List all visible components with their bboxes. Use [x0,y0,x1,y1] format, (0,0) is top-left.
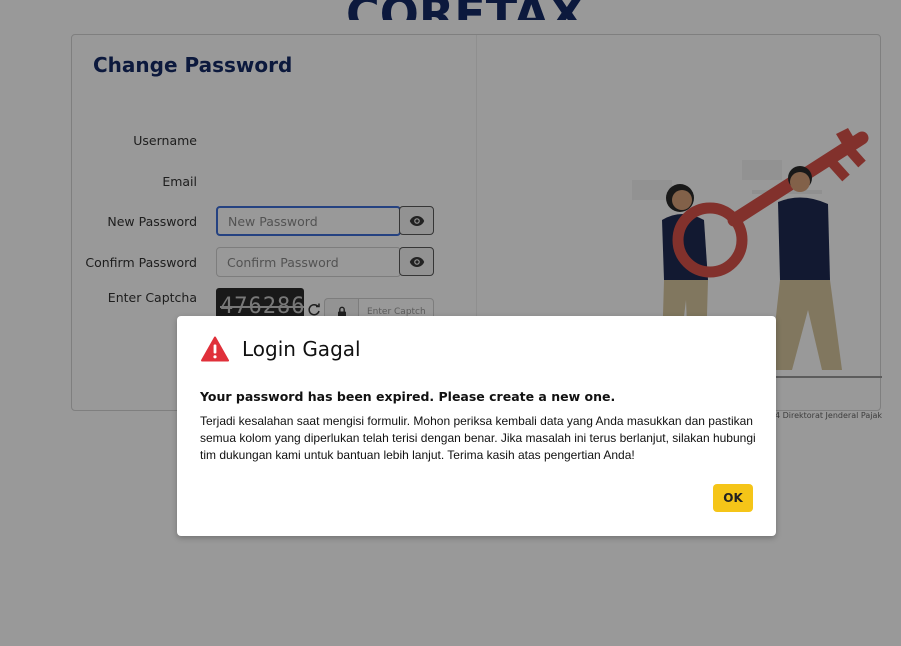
ok-button[interactable]: OK [713,484,753,512]
warning-icon [201,336,229,362]
dialog-title: Login Gagal [242,337,361,361]
dialog-header: Login Gagal [201,336,361,362]
dialog-subtitle: Your password has been expired. Please c… [200,389,616,404]
dialog-message: Terjadi kesalahan saat mengisi formulir.… [200,414,756,462]
login-failed-dialog: Login Gagal Your password has been expir… [177,316,776,536]
